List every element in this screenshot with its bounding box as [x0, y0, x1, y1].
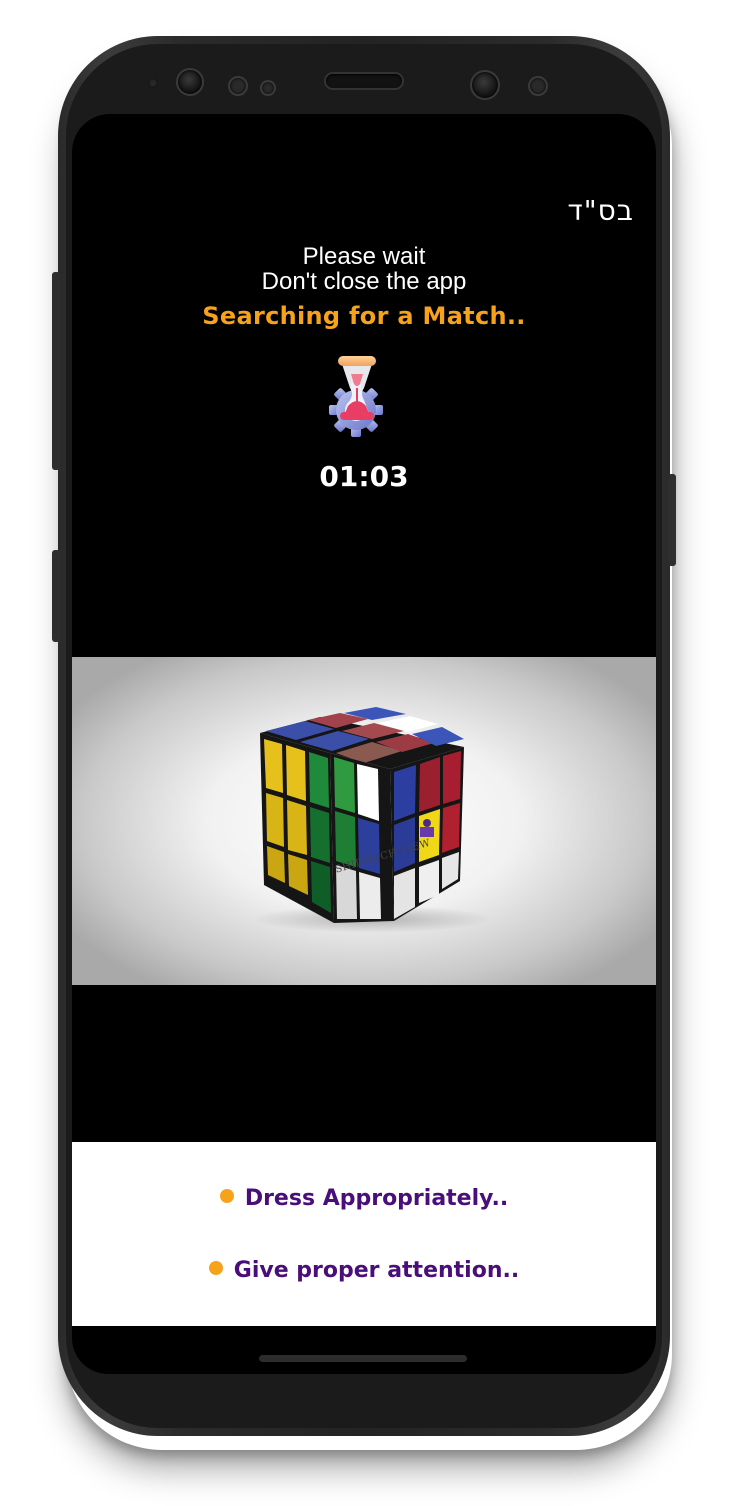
- rubiks-cube-image: [252, 707, 492, 933]
- front-camera-left: [176, 68, 204, 96]
- tip-text: Give proper attention..: [233, 1258, 520, 1283]
- proximity-sensor: [148, 78, 158, 88]
- dont-close-text: Don't close the app: [261, 268, 467, 295]
- promo-video[interactable]: SHIDDUCH VIEW: [72, 657, 656, 985]
- countdown-timer: 01:03: [319, 460, 409, 493]
- orange-dot-icon: [208, 1261, 223, 1275]
- volume-down-button: [52, 550, 60, 642]
- tip-item: Dress Appropriately..: [72, 1186, 656, 1211]
- front-camera-right: [470, 70, 500, 100]
- light-sensor-b: [260, 80, 276, 96]
- searching-status-text: Searching for a Match..: [202, 302, 526, 330]
- tip-item: Give proper attention..: [72, 1258, 656, 1283]
- iris-sensor: [528, 76, 548, 96]
- tip-text: Dress Appropriately..: [244, 1186, 509, 1211]
- earpiece-speaker: [326, 74, 402, 88]
- light-sensor-a: [228, 76, 248, 96]
- volume-up-button: [52, 272, 60, 470]
- home-indicator[interactable]: [259, 1355, 467, 1362]
- tips-panel: Dress Appropriately.. Give proper attent…: [72, 1142, 656, 1326]
- orange-dot-icon: [219, 1189, 234, 1203]
- hebrew-blessing-mark: בס"ד: [567, 194, 634, 227]
- app-screen: בס"ד Please wait Don't close the app Sea…: [72, 114, 656, 1374]
- power-button: [668, 474, 676, 566]
- please-wait-text: Please wait: [302, 243, 426, 270]
- hourglass-gear-icon: [329, 356, 383, 437]
